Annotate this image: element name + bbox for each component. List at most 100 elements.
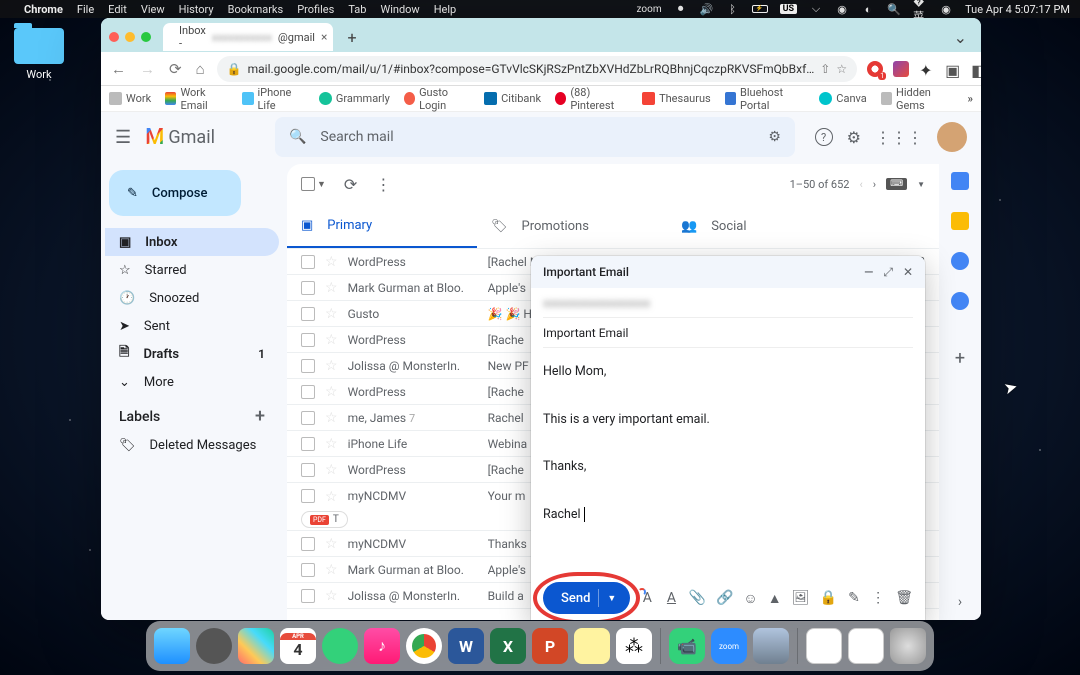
- nav-snoozed[interactable]: 🕐Snoozed: [105, 284, 279, 312]
- row-checkbox[interactable]: [301, 589, 315, 603]
- dock-doc1[interactable]: [806, 628, 842, 664]
- calendar-addon-icon[interactable]: [951, 172, 969, 190]
- share-icon[interactable]: ⇧: [820, 62, 830, 76]
- menu-window[interactable]: Window: [380, 3, 419, 16]
- dock-trash[interactable]: [890, 628, 926, 664]
- add-label-icon[interactable]: +: [255, 406, 265, 427]
- compose-subject-field[interactable]: Important Email: [543, 318, 913, 348]
- bookmark-star-icon[interactable]: ☆: [836, 62, 847, 76]
- row-checkbox[interactable]: [301, 385, 315, 399]
- row-star-icon[interactable]: ☆: [325, 536, 338, 552]
- row-star-icon[interactable]: ☆: [325, 436, 338, 452]
- gmail-logo[interactable]: MGmail: [145, 125, 215, 150]
- format-a-icon[interactable]: A: [640, 590, 654, 606]
- bookmark-thesaurus[interactable]: Thesaurus: [642, 92, 711, 105]
- bookmark-work[interactable]: Work: [109, 92, 151, 105]
- send-button[interactable]: Send ▼: [543, 582, 630, 614]
- keep-addon-icon[interactable]: [951, 212, 969, 230]
- link-icon[interactable]: 🔗: [716, 590, 733, 606]
- compose-button[interactable]: ✎ Compose: [109, 170, 241, 216]
- add-addon-icon[interactable]: +: [955, 348, 965, 369]
- extensions-icon[interactable]: ✦: [919, 61, 935, 77]
- menu-view[interactable]: View: [141, 3, 165, 16]
- row-star-icon[interactable]: ☆: [325, 462, 338, 478]
- nav-reload-icon[interactable]: ⟳: [167, 60, 184, 78]
- tabs-menu-icon[interactable]: ⌄: [954, 28, 973, 47]
- menu-help[interactable]: Help: [434, 3, 457, 16]
- bookmark-hiddengems[interactable]: Hidden Gems: [881, 86, 954, 112]
- dock-word[interactable]: W: [448, 628, 484, 664]
- search-options-icon[interactable]: ⚙: [768, 129, 781, 145]
- tab-promotions[interactable]: 🏷Promotions: [477, 204, 667, 248]
- siri-icon[interactable]: ◉: [939, 2, 953, 16]
- ext-2-icon[interactable]: [893, 61, 909, 77]
- bookmark-canva[interactable]: Canva: [819, 92, 866, 105]
- dock-preview[interactable]: [753, 628, 789, 664]
- compose-minimize-icon[interactable]: —: [864, 265, 873, 280]
- confidential-icon[interactable]: 🔒: [820, 590, 837, 606]
- menu-history[interactable]: History: [179, 3, 214, 16]
- row-star-icon[interactable]: ☆: [325, 562, 338, 578]
- main-menu-icon[interactable]: ☰: [115, 127, 131, 148]
- dock-slack[interactable]: ⁂: [616, 628, 652, 664]
- dock-music[interactable]: ♪: [364, 628, 400, 664]
- tab-close-icon[interactable]: ×: [321, 30, 327, 44]
- bookmark-workemail[interactable]: Work Email: [165, 86, 228, 112]
- page-next-icon[interactable]: ›: [873, 178, 876, 191]
- bookmark-gusto[interactable]: Gusto Login: [404, 86, 470, 112]
- menu-bookmarks[interactable]: Bookmarks: [228, 3, 284, 16]
- dock-calendar[interactable]: APR4: [280, 628, 316, 664]
- tab-primary[interactable]: ▣Primary: [287, 204, 477, 248]
- send-options-icon[interactable]: ▼: [607, 593, 616, 604]
- bluetooth-icon[interactable]: ᛒ: [726, 2, 740, 16]
- select-all-checkbox[interactable]: [301, 177, 315, 191]
- row-checkbox[interactable]: [301, 489, 315, 503]
- menubar-clock[interactable]: Tue Apr 4 5:07:17 PM: [965, 3, 1070, 16]
- row-star-icon[interactable]: ☆: [325, 280, 338, 296]
- settings-gear-icon[interactable]: ⚙: [847, 128, 861, 147]
- browser-tab[interactable]: Inbox - xxxxxxxxxxx@gmail ×: [163, 23, 333, 51]
- bookmark-pinterest[interactable]: (88) Pinterest: [555, 86, 628, 112]
- battery-icon[interactable]: ⚡: [752, 5, 768, 13]
- input-dropdown-icon[interactable]: ▼: [917, 180, 925, 189]
- sign-icon[interactable]: ✎: [847, 590, 861, 606]
- row-checkbox[interactable]: [301, 333, 315, 347]
- row-star-icon[interactable]: ☆: [325, 306, 338, 322]
- menu-tab[interactable]: Tab: [348, 3, 366, 16]
- dock-messages[interactable]: [322, 628, 358, 664]
- emoji-icon[interactable]: ☺: [743, 590, 757, 607]
- search-bar[interactable]: 🔍 Search mail ⚙: [275, 117, 795, 157]
- screenrec-icon[interactable]: ⏺: [674, 2, 688, 16]
- window-zoom[interactable]: [141, 32, 151, 42]
- dock-finder[interactable]: [154, 628, 190, 664]
- more-actions-icon[interactable]: ⋮: [375, 175, 391, 194]
- desktop-folder-work[interactable]: Work: [14, 28, 64, 81]
- window-minimize[interactable]: [125, 32, 135, 42]
- page-prev-icon[interactable]: ‹: [859, 178, 862, 191]
- menu-edit[interactable]: Edit: [108, 3, 127, 16]
- dock-settings[interactable]: [196, 628, 232, 664]
- nav-home-icon[interactable]: ⌂: [194, 60, 207, 78]
- control-center-icon[interactable]: �菜: [913, 2, 927, 16]
- nav-back-icon[interactable]: ←: [109, 60, 128, 78]
- ext-1-icon[interactable]: 1: [867, 61, 883, 77]
- dock-launchpad[interactable]: [238, 628, 274, 664]
- tasks-addon-icon[interactable]: [951, 252, 969, 270]
- compose-close-icon[interactable]: ✕: [903, 265, 913, 280]
- label-deleted[interactable]: 🏷Deleted Messages: [105, 431, 279, 459]
- new-tab-button[interactable]: +: [339, 24, 365, 50]
- row-checkbox[interactable]: [301, 463, 315, 477]
- format-text-icon[interactable]: A: [664, 590, 678, 606]
- compose-to-field[interactable]: xxxxxxxxxxxxxxxxxx: [543, 288, 913, 318]
- row-star-icon[interactable]: ☆: [325, 588, 338, 604]
- attach-icon[interactable]: 📎: [689, 590, 706, 606]
- row-checkbox[interactable]: [301, 411, 315, 425]
- row-checkbox[interactable]: [301, 255, 315, 269]
- address-bar[interactable]: 🔒 mail.google.com/mail/u/1/#inbox?compos…: [217, 56, 857, 82]
- google-apps-icon[interactable]: ⋮⋮⋮: [875, 128, 923, 147]
- compose-fullscreen-icon[interactable]: ⤢: [883, 265, 893, 280]
- volume-icon[interactable]: 🔊: [700, 2, 714, 16]
- row-checkbox[interactable]: [301, 359, 315, 373]
- compose-body[interactable]: Hello Mom, This is a very important emai…: [531, 348, 925, 576]
- bookmark-grammarly[interactable]: Grammarly: [319, 92, 390, 105]
